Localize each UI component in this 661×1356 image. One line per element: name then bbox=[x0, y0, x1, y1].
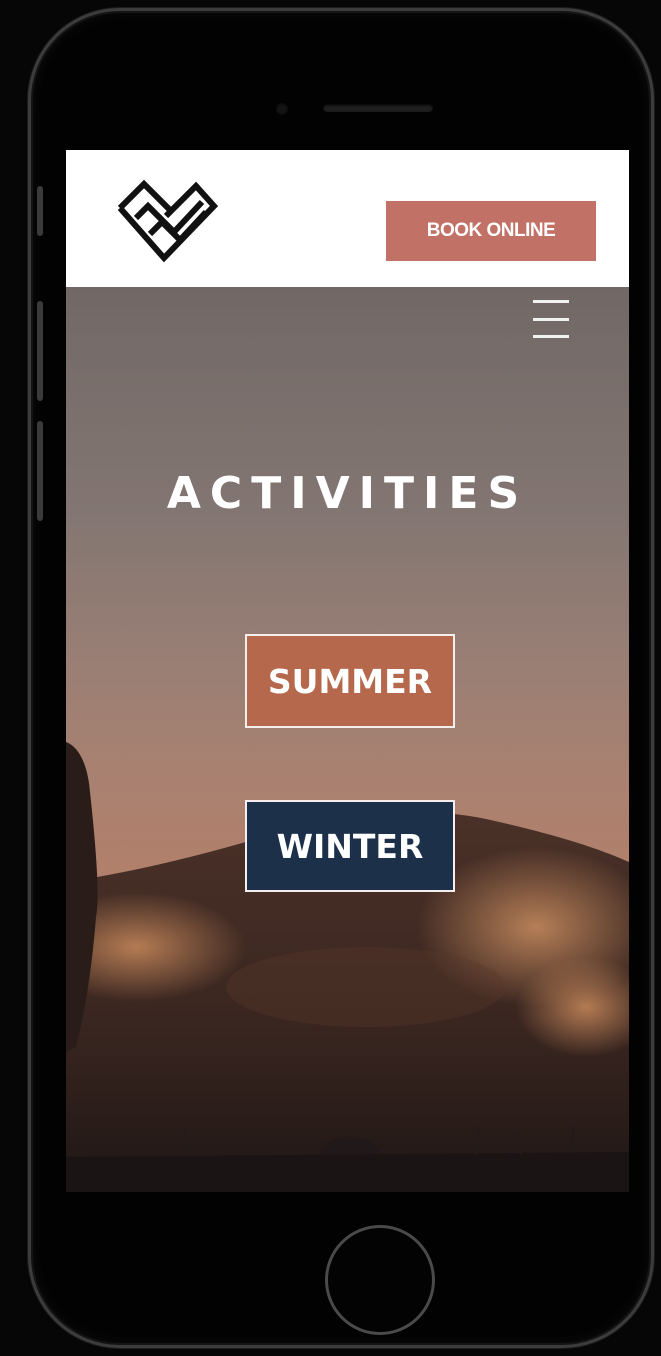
summer-button[interactable]: SUMMER bbox=[245, 634, 455, 728]
front-camera bbox=[276, 103, 288, 115]
menu-line-top bbox=[533, 300, 569, 303]
phone-screen: BOOK ONLINE ACTIVITIES SUMMER WINTER bbox=[66, 150, 629, 1192]
logo-icon[interactable] bbox=[114, 176, 224, 266]
hero-section bbox=[66, 287, 629, 1192]
winter-button[interactable]: WINTER bbox=[245, 800, 455, 892]
menu-line-bottom bbox=[533, 335, 569, 338]
book-online-button[interactable]: BOOK ONLINE bbox=[386, 201, 596, 261]
page-title: ACTIVITIES bbox=[166, 468, 529, 519]
home-button[interactable] bbox=[325, 1225, 435, 1335]
mute-switch bbox=[37, 186, 43, 236]
hamburger-menu-icon[interactable] bbox=[531, 298, 573, 340]
volume-down-button bbox=[37, 421, 43, 521]
volume-up-button bbox=[37, 301, 43, 401]
site-header: BOOK ONLINE bbox=[66, 150, 629, 287]
hero-background-image bbox=[66, 742, 629, 1192]
menu-line-middle bbox=[533, 317, 569, 321]
earpiece-speaker bbox=[323, 104, 433, 112]
